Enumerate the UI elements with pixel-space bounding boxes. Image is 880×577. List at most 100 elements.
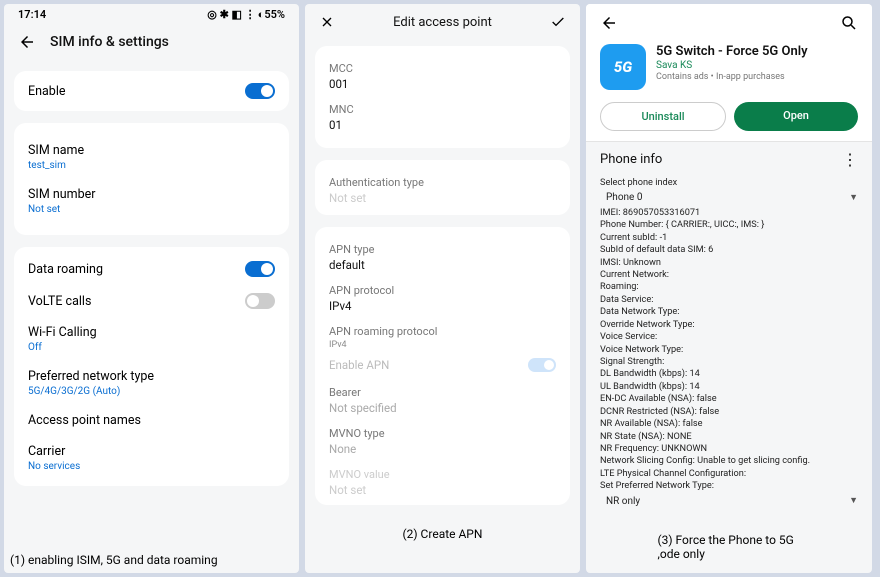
sim-name-item[interactable]: SIM name test_sim [28,135,275,179]
apn-proto-label: APN protocol [329,284,556,297]
info-line: Current subId: -1 [600,232,858,244]
carrier-label: Carrier [28,444,275,459]
data-roaming-item[interactable]: Data roaming [28,253,275,285]
mvno-type-label: MVNO type [329,427,556,440]
auth-card[interactable]: Authentication type Not set [315,160,570,215]
mvno-value-entry: MVNO value Not set [329,462,556,503]
open-button[interactable]: Open [734,102,858,131]
carrier-value: No services [28,461,275,472]
app-subtitle: Contains ads • In-app purchases [656,72,808,82]
mnc-value: 01 [329,118,556,132]
panel1-caption: (1) enabling ISIM, 5G and data roaming [10,553,218,567]
info-line: Phone Number: { CARRIER:, UICC:, IMS: } [600,219,858,231]
sim-name-label: SIM name [28,143,275,158]
mcc-entry[interactable]: MCC 001 [329,56,556,97]
page-title: SIM info & settings [50,34,169,50]
phone-info-title: Phone info [600,152,662,167]
mcc-value: 001 [329,77,556,91]
info-line: Data Network Type: [600,306,858,318]
apn-title: Edit access point [393,15,492,30]
info-line: Set Preferred Network Type: [600,480,858,492]
info-line: Network Slicing Config: Unable to get sl… [600,455,858,467]
mvno-value-value: Not set [329,483,556,497]
enable-toggle[interactable] [245,83,275,99]
app-developer[interactable]: Sava KS [656,60,808,71]
info-line: Override Network Type: [600,319,858,331]
panel3-caption: (3) Force the Phone to 5G ,ode only [658,533,801,561]
bearer-label: Bearer [329,386,556,399]
info-line: EN-DC Available (NSA): false [600,393,858,405]
sim-number-item[interactable]: SIM number Not set [28,179,275,223]
mnc-label: MNC [329,103,556,116]
app-buttons: Uninstall Open [586,94,872,141]
auth-label: Authentication type [329,176,556,189]
wifi-calling-item[interactable]: Wi-Fi Calling Off [28,317,275,361]
dropdown-icon: ▼ [849,495,858,507]
pref-net-value: NR only [600,493,640,511]
info-line: IMSI: Unknown [600,257,858,269]
pref-net-item[interactable]: Preferred network type 5G/4G/3G/2G (Auto… [28,361,275,405]
mcc-label: MCC [329,62,556,75]
apn-roam-value: IPv4 [329,340,556,350]
search-icon[interactable] [840,14,858,32]
back-arrow-icon[interactable] [600,14,618,32]
sim-number-label: SIM number [28,187,275,202]
pref-net-select[interactable]: NR only ▼ [600,493,858,511]
select-phone-label: Select phone index [600,177,858,189]
sim-name-value: test_sim [28,160,275,171]
info-line: DCNR Restricted (NSA): false [600,406,858,418]
enable-label: Enable [28,84,66,99]
panel-5g-switch: 5G 5G Switch - Force 5G Only Sava KS Con… [586,4,872,573]
apn-type-value: default [329,258,556,272]
pref-net-label: Preferred network type [28,369,275,384]
apn-header: Edit access point [305,4,580,40]
mvno-type-value: None [329,442,556,456]
app-title: 5G Switch - Force 5G Only [656,44,808,59]
phone-select[interactable]: Phone 0 ▼ [600,189,858,207]
enable-apn-label: Enable APN [329,358,389,372]
apn-details-card: APN type default APN protocol IPv4 APN r… [315,227,570,505]
data-roaming-label: Data roaming [28,262,103,277]
info-line: UL Bandwidth (kbps): 14 [600,381,858,393]
carrier-item[interactable]: Carrier No services [28,436,275,480]
panel2-caption: (2) Create APN [403,527,483,541]
panel-edit-apn: Edit access point MCC 001 MNC 01 Authent… [305,4,580,573]
info-line: NR State (NSA): NONE [600,431,858,443]
phone-select-value: Phone 0 [600,189,642,207]
mvno-value-label: MVNO value [329,468,556,481]
back-arrow-icon[interactable] [18,33,36,51]
bearer-entry[interactable]: Bearer Not specified [329,380,556,421]
mnc-entry[interactable]: MNC 01 [329,97,556,138]
info-line: LTE Physical Channel Configuration: [600,468,858,480]
enable-apn-toggle[interactable] [528,358,556,372]
info-line: NR Available (NSA): false [600,418,858,430]
apn-roam-label: APN roaming protocol [329,325,556,338]
pref-net-value: 5G/4G/3G/2G (Auto) [28,386,275,397]
play-top-bar [586,4,872,36]
apn-roam-entry[interactable]: APN roaming protocol IPv4 [329,319,556,350]
info-line: Signal Strength: [600,356,858,368]
mcc-mnc-card: MCC 001 MNC 01 [315,46,570,148]
bearer-value: Not specified [329,401,556,415]
enable-card: Enable [14,71,289,111]
info-line: NR Frequency: UNKNOWN [600,443,858,455]
app-header: 5G 5G Switch - Force 5G Only Sava KS Con… [586,36,872,94]
info-line: DL Bandwidth (kbps): 14 [600,368,858,380]
auth-value: Not set [329,191,556,205]
volte-item[interactable]: VoLTE calls [28,285,275,317]
data-roaming-toggle[interactable] [245,261,275,277]
confirm-check-icon[interactable] [550,14,566,30]
apn-proto-value: IPv4 [329,299,556,313]
mvno-type-entry[interactable]: MVNO type None [329,421,556,462]
apn-item[interactable]: Access point names [28,405,275,436]
uninstall-button[interactable]: Uninstall [600,102,726,131]
enable-apn-row: Enable APN [329,350,556,380]
phone-info-body: Select phone index Phone 0 ▼ IMEI: 86905… [586,173,872,520]
phone-info-header: Phone info ⋮ [586,141,872,173]
apn-label: Access point names [28,413,275,428]
more-menu-icon[interactable]: ⋮ [842,155,858,165]
volte-toggle[interactable] [245,293,275,309]
close-icon[interactable] [319,14,335,30]
apn-type-entry[interactable]: APN type default [329,237,556,278]
apn-proto-entry[interactable]: APN protocol IPv4 [329,278,556,319]
